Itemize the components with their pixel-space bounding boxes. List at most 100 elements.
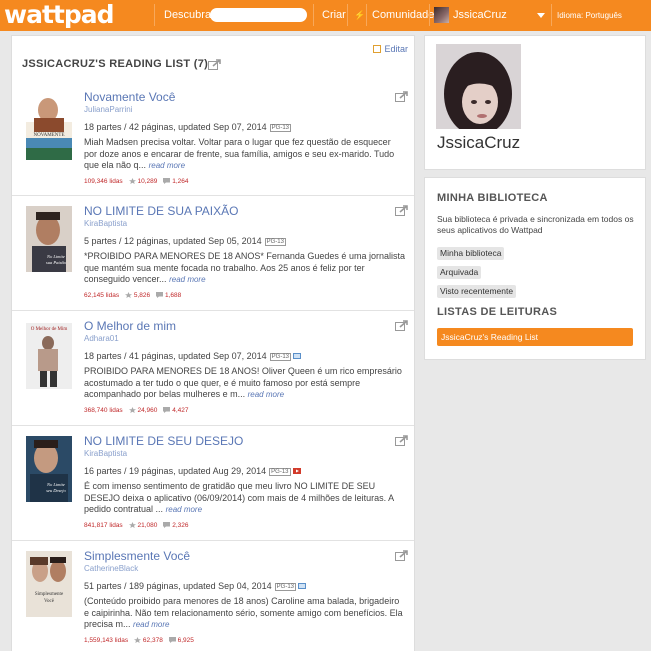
votes-count: 5,826 xyxy=(133,292,151,299)
rating-badge: PG-13 xyxy=(274,583,296,591)
comments-count: 4,427 xyxy=(172,407,189,414)
svg-text:Simplesmente: Simplesmente xyxy=(35,592,64,597)
read-more-link[interactable]: read more xyxy=(133,620,169,629)
star-icon xyxy=(128,522,136,528)
story-meta-text: 18 partes / 42 páginas, updated Sep 07, … xyxy=(84,122,267,132)
reads-count: 62,145 xyxy=(84,292,104,299)
story-stats: 1,559,143 lidas 62,378 6,925 xyxy=(84,637,194,644)
share-icon[interactable] xyxy=(395,204,409,216)
comment-icon xyxy=(163,522,171,528)
recently-viewed-button[interactable]: Visto recentemente xyxy=(437,285,517,298)
reads-count: 368,740 xyxy=(84,407,108,414)
reads-label: lidas xyxy=(109,522,123,529)
read-more-link[interactable]: read more xyxy=(248,390,284,399)
comment-icon xyxy=(163,178,171,184)
library-description: Sua biblioteca é privada e sincronizada … xyxy=(437,214,634,235)
chevron-down-icon[interactable] xyxy=(537,13,545,18)
votes-count: 10,289 xyxy=(137,178,158,185)
story-meta: 18 partes / 41 páginas, updated Sep 07, … xyxy=(84,351,301,361)
story-author[interactable]: CatherineBlack xyxy=(84,564,138,573)
svg-text:No Limite: No Limite xyxy=(46,254,65,259)
share-icon[interactable] xyxy=(208,58,222,70)
story-meta-text: 5 partes / 12 páginas, updated Sep 05, 2… xyxy=(84,236,262,246)
story-meta: 18 partes / 42 páginas, updated Sep 07, … xyxy=(84,122,291,132)
svg-text:seu Desejo: seu Desejo xyxy=(46,488,66,493)
story-description-text: É com imenso sentimento de gratidão que … xyxy=(84,481,394,514)
wattpad-logo[interactable]: wattpad xyxy=(4,1,115,29)
search-input[interactable] xyxy=(210,8,307,22)
story-description: (Conteúdo proibido para menores de 18 an… xyxy=(84,596,406,631)
share-icon[interactable] xyxy=(395,90,409,102)
story-cover[interactable]: NOVAMENTE xyxy=(26,94,72,160)
story-description: *PROIBIDO PARA MENORES DE 18 ANOS* Ferna… xyxy=(84,251,406,286)
rating-badge: PG-13 xyxy=(269,353,291,361)
read-more-link[interactable]: read more xyxy=(169,275,205,284)
votes-count: 21,080 xyxy=(137,522,158,529)
nav-divider xyxy=(429,4,430,26)
comments-count: 1,688 xyxy=(164,292,182,299)
story-title[interactable]: Novamente Você xyxy=(84,90,175,104)
discover-link[interactable]: Descubra xyxy=(164,0,211,31)
svg-text:sua Paixão: sua Paixão xyxy=(46,260,67,265)
language-selector[interactable]: Idioma: Português xyxy=(557,0,622,31)
story-author[interactable]: KiraBaptista xyxy=(84,449,127,458)
create-link[interactable]: Criar xyxy=(322,0,346,31)
story-item: NOVAMENTE Novamente Você JulianaParrini … xyxy=(12,82,414,195)
star-icon xyxy=(124,292,132,298)
story-description: É com imenso sentimento de gratidão que … xyxy=(84,481,406,516)
library-heading: MINHA BIBLIOTECA xyxy=(437,192,548,204)
story-cover[interactable]: O Melhor de Mim xyxy=(26,323,72,389)
comment-icon xyxy=(168,637,176,643)
share-icon[interactable] xyxy=(395,549,409,561)
reads-count: 1,559,143 xyxy=(84,637,113,644)
comments-count: 6,925 xyxy=(177,637,194,644)
svg-text:Você: Você xyxy=(44,599,55,604)
top-navigation-bar: wattpad Descubra Criar ⚡ Comunidade Jssi… xyxy=(0,0,651,31)
my-library-button[interactable]: Minha biblioteca xyxy=(437,247,505,260)
edit-button[interactable]: Editar xyxy=(373,44,408,54)
story-meta: 51 partes / 189 páginas, updated Sep 04,… xyxy=(84,581,306,591)
nav-divider xyxy=(366,4,367,26)
story-cover[interactable]: Simplesmente Você xyxy=(26,551,72,617)
story-stats: 841,817 lidas 21,080 2,326 xyxy=(84,522,188,529)
star-icon xyxy=(128,407,136,413)
story-title[interactable]: NO LIMITE DE SUA PAIXÃO xyxy=(84,204,238,218)
story-author[interactable]: KiraBaptista xyxy=(84,219,127,228)
read-more-link[interactable]: read more xyxy=(149,161,185,170)
archived-button[interactable]: Arquivada xyxy=(437,266,482,279)
nav-divider xyxy=(347,4,348,26)
comments-count: 2,326 xyxy=(172,522,189,529)
story-item: No Limite seu Desejo NO LIMITE DE SEU DE… xyxy=(12,425,414,540)
user-menu-name[interactable]: JssicaCruz xyxy=(453,0,507,31)
story-description-text: PROIBIDO PARA MENORES DE 18 ANOS! Oliver… xyxy=(84,366,402,399)
share-icon[interactable] xyxy=(395,319,409,331)
read-more-link[interactable]: read more xyxy=(166,505,202,514)
reads-label: lidas xyxy=(109,178,123,185)
star-icon xyxy=(133,637,141,643)
community-link[interactable]: Comunidade xyxy=(372,0,434,31)
user-avatar[interactable] xyxy=(434,7,449,23)
reads-count: 841,817 xyxy=(84,522,108,529)
story-stats: 62,145 lidas 5,826 1,688 xyxy=(84,292,181,299)
share-icon[interactable] xyxy=(395,434,409,446)
votes-count: 62,378 xyxy=(142,637,163,644)
story-title[interactable]: NO LIMITE DE SEU DESEJO xyxy=(84,434,243,448)
story-cover[interactable]: No Limite seu Desejo xyxy=(26,436,72,502)
story-title[interactable]: Simplesmente Você xyxy=(84,549,190,563)
nav-divider xyxy=(154,4,155,26)
svg-text:NOVAMENTE: NOVAMENTE xyxy=(33,133,64,138)
story-author[interactable]: JulianaParrini xyxy=(84,105,132,114)
comments-count: 1,264 xyxy=(172,178,189,185)
rating-badge: PG-13 xyxy=(269,124,291,132)
story-cover[interactable]: No Limite sua Paixão xyxy=(26,206,72,272)
rating-badge: PG-13 xyxy=(269,468,291,476)
lightning-icon[interactable]: ⚡ xyxy=(354,0,365,31)
reading-list-item[interactable]: JssicaCruz's Reading List xyxy=(437,328,633,346)
story-author[interactable]: Adhara01 xyxy=(84,334,119,343)
story-meta-text: 18 partes / 41 páginas, updated Sep 07, … xyxy=(84,351,267,361)
image-icon xyxy=(293,353,301,359)
profile-name[interactable]: JssicaCruz xyxy=(437,133,520,153)
story-meta: 16 partes / 19 páginas, updated Aug 29, … xyxy=(84,466,301,476)
profile-avatar[interactable] xyxy=(436,44,521,129)
story-title[interactable]: O Melhor de mim xyxy=(84,319,176,333)
